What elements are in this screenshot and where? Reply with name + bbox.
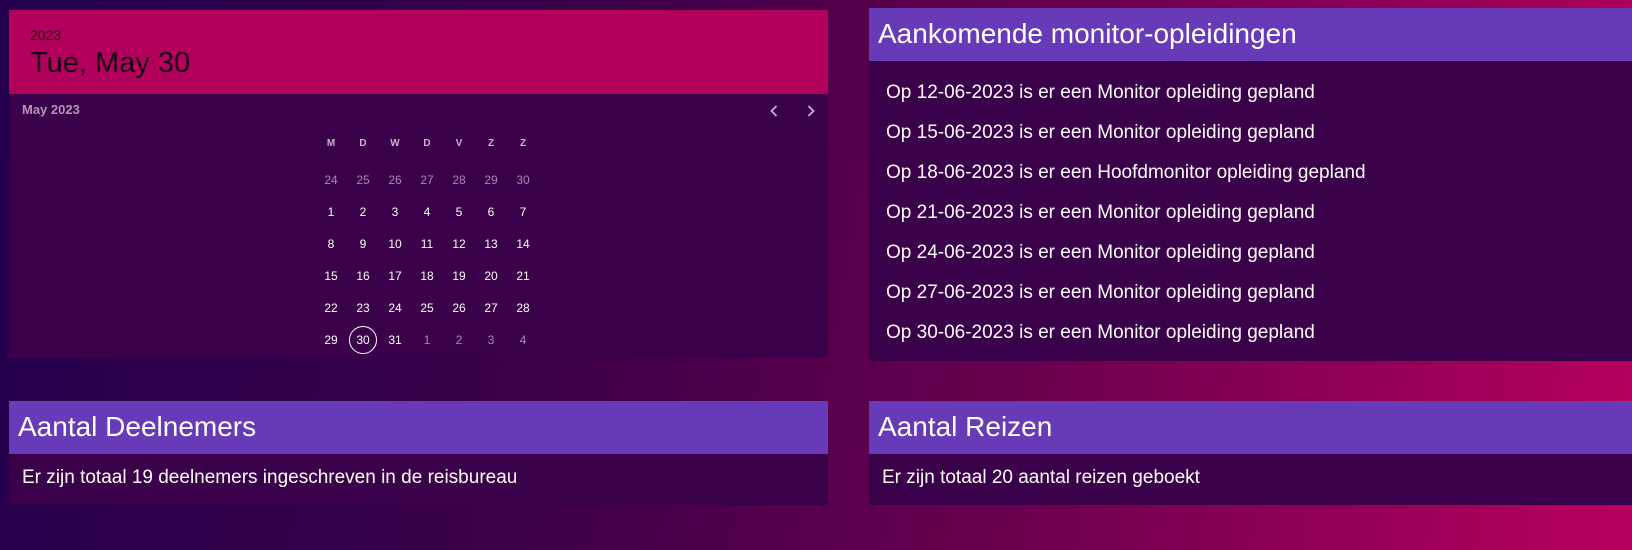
calendar-day[interactable]: 14 — [509, 230, 537, 258]
calendar-day[interactable]: 31 — [381, 326, 409, 354]
calendar-day[interactable]: 8 — [317, 230, 345, 258]
weekday-header: Z — [487, 137, 495, 149]
calendar-day[interactable]: 4 — [413, 198, 441, 226]
calendar-day[interactable]: 3 — [477, 326, 505, 354]
trips-title: Aantal Reizen — [869, 401, 1632, 454]
calendar-day[interactable]: 24 — [317, 166, 345, 194]
calendar-day[interactable]: 26 — [381, 166, 409, 194]
calendar-day[interactable]: 5 — [445, 198, 473, 226]
calendar-day[interactable]: 19 — [445, 262, 473, 290]
calendar-day[interactable]: 2 — [349, 198, 377, 226]
calendar-day[interactable]: 20 — [477, 262, 505, 290]
selected-year[interactable]: 2023 — [30, 26, 807, 44]
selected-date[interactable]: Tue, May 30 — [30, 45, 807, 81]
weekday-header: D — [423, 137, 431, 149]
calendar-day[interactable]: 24 — [381, 294, 409, 322]
training-item: Op 18-06-2023 is er een Hoofdmonitor opl… — [886, 162, 1366, 183]
calendar-day[interactable]: 6 — [477, 198, 505, 226]
calendar-day[interactable]: 3 — [381, 198, 409, 226]
calendar-day[interactable]: 23 — [349, 294, 377, 322]
calendar-day[interactable]: 21 — [509, 262, 537, 290]
date-picker-header: 2023 Tue, May 30 — [9, 10, 828, 94]
training-item: Op 24-06-2023 is er een Monitor opleidin… — [886, 242, 1315, 263]
calendar-day[interactable]: 17 — [381, 262, 409, 290]
calendar-day[interactable]: 28 — [509, 294, 537, 322]
calendar-day[interactable]: 22 — [317, 294, 345, 322]
participants-card: Aantal Deelnemers Er zijn totaal 19 deel… — [9, 401, 828, 505]
trainings-title: Aankomende monitor-opleidingen — [869, 8, 1632, 61]
calendar-day[interactable]: 1 — [413, 326, 441, 354]
participants-title: Aantal Deelnemers — [9, 401, 828, 454]
date-picker-card: 2023 Tue, May 30 May 2023 M D W D V Z Z 24 25 26 2… — [9, 10, 828, 358]
calendar-day[interactable]: 28 — [445, 166, 473, 194]
training-item: Op 21-06-2023 is er een Monitor opleidin… — [886, 202, 1315, 223]
weekday-header: V — [455, 137, 463, 149]
trainings-list: Op 12-06-2023 is er een Monitor opleidin… — [869, 61, 1632, 361]
calendar-day[interactable]: 18 — [413, 262, 441, 290]
calendar-day[interactable]: 1 — [317, 198, 345, 226]
calendar-day[interactable]: 25 — [413, 294, 441, 322]
calendar-day[interactable]: 25 — [349, 166, 377, 194]
weekday-header: Z — [519, 137, 527, 149]
calendar-day[interactable]: 7 — [509, 198, 537, 226]
calendar-day[interactable]: 27 — [413, 166, 441, 194]
calendar-day[interactable]: 9 — [349, 230, 377, 258]
calendar-day[interactable]: 30 — [509, 166, 537, 194]
training-item: Op 12-06-2023 is er een Monitor opleidin… — [886, 82, 1315, 103]
calendar-grid: M D W D V Z Z 24 25 26 27 28 29 30 1 2 3 4 5 6 7 8 9 10 11 12 13 14… — [315, 132, 539, 356]
chevron-left-icon — [770, 105, 778, 117]
calendar-day[interactable]: 29 — [317, 326, 345, 354]
calendar-day[interactable]: 26 — [445, 294, 473, 322]
next-month-button[interactable] — [800, 100, 822, 122]
calendar-day[interactable]: 16 — [349, 262, 377, 290]
upcoming-trainings-card: Aankomende monitor-opleidingen Op 12-06-… — [869, 8, 1632, 361]
training-item: Op 15-06-2023 is er een Monitor opleidin… — [886, 122, 1315, 143]
calendar-day[interactable]: 12 — [445, 230, 473, 258]
training-item: Op 27-06-2023 is er een Monitor opleidin… — [886, 282, 1315, 303]
weekday-header: D — [359, 137, 367, 149]
weekday-header: M — [326, 137, 336, 149]
participants-text: Er zijn totaal 19 deelnemers ingeschreve… — [9, 454, 828, 505]
calendar-day[interactable]: 13 — [477, 230, 505, 258]
chevron-right-icon — [807, 105, 815, 117]
trips-card: Aantal Reizen Er zijn totaal 20 aantal r… — [869, 401, 1632, 505]
calendar-day[interactable]: 15 — [317, 262, 345, 290]
calendar-day[interactable]: 2 — [445, 326, 473, 354]
calendar-day[interactable]: 4 — [509, 326, 537, 354]
trips-text: Er zijn totaal 20 aantal reizen geboekt — [869, 454, 1632, 505]
calendar-day[interactable]: 27 — [477, 294, 505, 322]
calendar-body: May 2023 M D W D V Z Z 24 25 26 27 28 29 30 1 2 3 4 5 6 7 8 9 1… — [9, 94, 828, 358]
calendar-day-selected[interactable]: 30 — [349, 326, 377, 354]
month-label[interactable]: May 2023 — [22, 102, 80, 117]
weekday-header: W — [390, 137, 400, 149]
training-item: Op 30-06-2023 is er een Monitor opleidin… — [886, 322, 1315, 343]
calendar-day[interactable]: 29 — [477, 166, 505, 194]
previous-month-button[interactable] — [763, 100, 785, 122]
calendar-day[interactable]: 10 — [381, 230, 409, 258]
calendar-day[interactable]: 11 — [413, 230, 441, 258]
